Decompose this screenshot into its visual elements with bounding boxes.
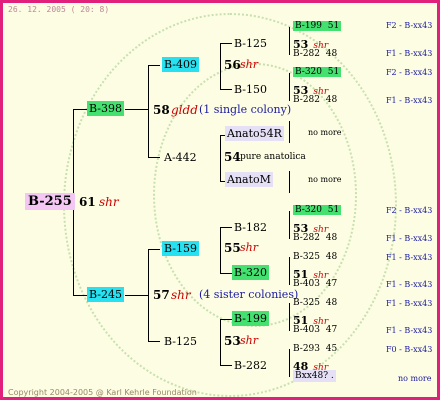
connector-line	[220, 273, 232, 274]
connector-line	[289, 257, 290, 285]
connector-line	[220, 135, 221, 181]
connector-line	[220, 89, 232, 90]
gen1-breed: shr	[171, 288, 191, 302]
lineage-label: F2 - B-xx43	[386, 21, 433, 30]
gen2-year: 56	[224, 58, 241, 72]
lineage-label: F1 - B-xx43	[386, 96, 433, 105]
connector-line	[289, 171, 290, 193]
gen2-bee-id[interactable]: B-125	[164, 336, 197, 347]
no-more-label: no more	[308, 128, 342, 137]
lineage-label: no more	[398, 374, 432, 383]
lineage-label: F1 - B-xx43	[386, 253, 433, 262]
root-breed: shr	[99, 195, 119, 209]
connector-line	[289, 121, 290, 143]
gen1-breed: gldd	[171, 103, 198, 117]
gen2-breed: pure anatolica	[240, 152, 306, 162]
gen2-bee-id[interactable]: B-409	[162, 57, 199, 72]
gen4-entry[interactable]: B-325 48	[293, 253, 337, 262]
lineage-label: F2 - B-xx43	[386, 206, 433, 215]
lineage-label: F1 - B-xx43	[386, 326, 433, 335]
connector-line	[148, 341, 160, 342]
gen4-entry[interactable]: B-320 51	[293, 67, 342, 77]
connector-line	[220, 365, 232, 366]
connector-line	[148, 157, 160, 158]
lineage-label: F0 - B-xx43	[386, 345, 433, 354]
root-year: 61	[79, 195, 96, 209]
connector-line	[289, 27, 290, 55]
gen4-entry[interactable]: B-282 48	[293, 234, 337, 243]
connector-line	[148, 65, 160, 66]
connector-line	[220, 319, 221, 365]
no-more-label: no more	[308, 175, 342, 184]
gen4-entry[interactable]: Bxx48? .	[293, 370, 336, 382]
gen3-bee-id[interactable]: B-199	[232, 311, 269, 326]
gen3-bee-id[interactable]: B-125	[234, 38, 267, 49]
connector-line	[73, 295, 87, 296]
gen4-entry[interactable]: B-293 45	[293, 345, 337, 354]
gen2-breed: shr	[240, 241, 258, 254]
gen3-bee-id[interactable]: B-182	[234, 222, 267, 233]
connector-line	[73, 109, 87, 110]
gen3-bee-id[interactable]: Anato54R	[225, 126, 284, 141]
gen4-entry[interactable]: B-282 48	[293, 96, 337, 105]
gen1-note: (1 single colony)	[199, 103, 292, 116]
gen4-entry[interactable]: B-282 48	[293, 50, 337, 59]
gen2-year: 53	[224, 334, 241, 348]
gen2-bee-id[interactable]: B-159	[162, 241, 199, 256]
gen1-year: 57	[153, 288, 170, 302]
gen2-breed: shr	[240, 58, 258, 71]
gen2-breed: shr	[240, 334, 258, 347]
connector-line	[289, 73, 290, 101]
lineage-label: F1 - B-xx43	[386, 49, 433, 58]
connector-line	[125, 109, 149, 110]
gen3-bee-id[interactable]: B-320	[232, 265, 269, 280]
lineage-label: F1 - B-xx43	[386, 280, 433, 289]
connector-line	[220, 319, 232, 320]
connector-line	[220, 43, 232, 44]
connector-line	[220, 43, 221, 89]
lineage-label: F1 - B-xx43	[386, 299, 433, 308]
connector-line	[220, 227, 221, 273]
gen1-year: 58	[153, 103, 170, 117]
connector-line	[148, 65, 149, 157]
gen3-bee-id[interactable]: B-150	[234, 84, 267, 95]
gen2-year: 54	[224, 150, 241, 164]
connector-line	[125, 295, 149, 296]
gen4-entry[interactable]: B-403 47	[293, 326, 337, 335]
gen2-bee-id[interactable]: A-442	[164, 152, 197, 163]
gen1-bee-id[interactable]: B-245	[87, 287, 124, 302]
report-date: 26. 12. 2005 ( 20: 8)	[8, 5, 110, 14]
connector-line	[289, 211, 290, 239]
gen1-note: (4 sister colonies)	[199, 288, 299, 301]
connector-line	[148, 249, 160, 250]
gen1-bee-id[interactable]: B-398	[87, 101, 124, 116]
gen4-entry[interactable]: B-199 51	[293, 21, 342, 31]
gen3-bee-id[interactable]: AnatoM	[225, 172, 273, 187]
connector-line	[289, 303, 290, 331]
gen4-entry[interactable]: B-320 51	[293, 205, 342, 215]
copyright-text: Copyright 2004-2005 @ Karl Kehrle Founda…	[8, 388, 197, 397]
pedigree-chart: { "header": { "date": "26. 12. 2005 ( 20…	[0, 0, 440, 400]
connector-line	[220, 227, 232, 228]
gen2-year: 55	[224, 241, 241, 255]
lineage-label: F2 - B-xx43	[386, 68, 433, 77]
lineage-label: F1 - B-xx43	[386, 234, 433, 243]
gen4-entry[interactable]: B-403 47	[293, 280, 337, 289]
gen4-entry[interactable]: B-325 48	[293, 299, 337, 308]
gen3-bee-id[interactable]: B-282	[234, 360, 267, 371]
root-bee-id[interactable]: B-255	[25, 193, 75, 210]
connector-line	[289, 349, 290, 377]
